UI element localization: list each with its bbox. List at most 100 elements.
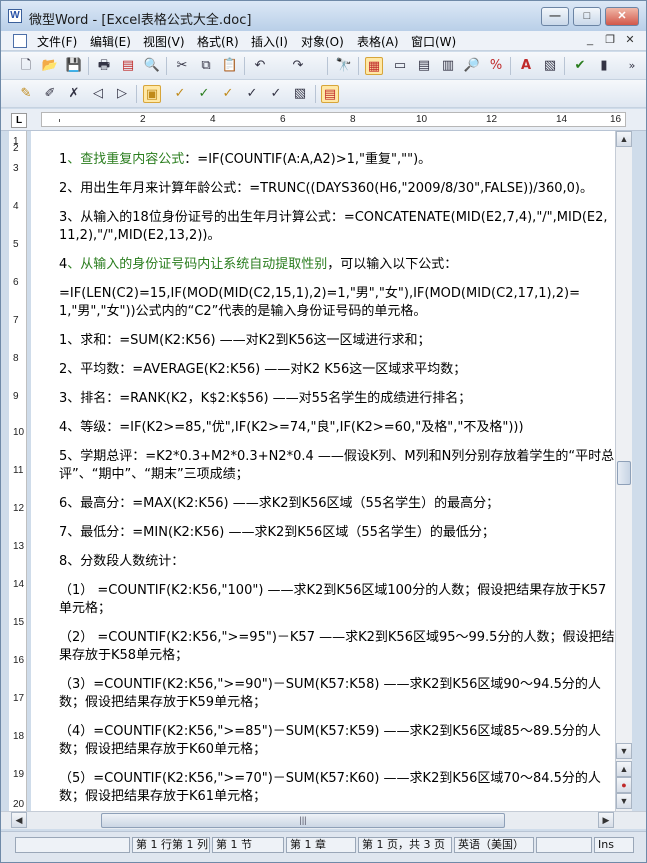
cut-icon[interactable]: ✂ <box>173 57 191 75</box>
copy-icon[interactable]: ⧉ <box>197 57 215 75</box>
menu-edit[interactable]: 编辑(E) <box>90 33 131 50</box>
ruler-indent-marker[interactable] <box>59 119 60 122</box>
status-section: 第 1 节 <box>212 837 284 853</box>
reject-all-icon[interactable]: ✓ <box>243 85 261 103</box>
open-folder-icon[interactable]: 📂 <box>41 57 59 75</box>
paragraph: （3）=COUNTIF(K2:K56,">=90")－SUM(K57:K58) … <box>59 677 601 710</box>
toolbar-separator <box>564 57 565 75</box>
tab-stop-selector[interactable]: L <box>11 113 27 128</box>
percent-icon[interactable]: % <box>487 57 505 75</box>
vruler-number: 3 <box>13 163 19 174</box>
maximize-button[interactable]: □ <box>573 7 601 26</box>
vruler-number: 20 <box>13 799 25 810</box>
track-changes-icon[interactable]: ▣ <box>143 85 161 103</box>
doc-restore-button[interactable]: ❐ <box>601 33 619 48</box>
toolbar-separator <box>88 57 89 75</box>
font-color-icon[interactable]: A <box>517 57 535 75</box>
ruler-number: 16 <box>610 114 622 125</box>
scroll-down-button[interactable]: ▼ <box>616 743 632 759</box>
document-page[interactable]: 1、查找重复内容公式：=IF(COUNTIF(A:A,A2)>1,"重复",""… <box>31 131 615 811</box>
vruler-number: 9 <box>13 391 19 402</box>
save-icon[interactable]: 💾 <box>65 57 83 75</box>
browse-object-button[interactable]: ● <box>616 777 632 793</box>
paste-icon[interactable]: 📋 <box>221 57 239 75</box>
doc-close-button[interactable]: ✕ <box>621 33 639 48</box>
vertical-scrollbar[interactable]: ▲ ▼ ▲ ● ▼ <box>615 131 632 811</box>
web-view-icon[interactable]: ▥ <box>439 57 457 75</box>
minimize-button[interactable]: — <box>541 7 569 26</box>
ruler-number: 2 <box>140 114 146 125</box>
next-page-button[interactable]: ▼ <box>616 793 632 809</box>
paragraph: 3、排名：=RANK(K2，K$2:K$56) ——对55名学生的成绩进行排名； <box>59 391 472 406</box>
vruler-number: 13 <box>13 541 25 552</box>
format-painter-icon[interactable]: ▧ <box>541 57 559 75</box>
word-count-icon[interactable]: ▮ <box>595 57 613 75</box>
paragraph: 5、学期总评：=K2*0.3+M2*0.3+N2*0.4 ——假设K列、M列和N… <box>59 449 615 482</box>
undo-icon[interactable]: ↶ <box>251 57 269 75</box>
toolbar-overflow-icon[interactable]: » <box>623 57 641 75</box>
next-change-icon[interactable]: ▧ <box>291 85 309 103</box>
vruler-number: 17 <box>13 693 25 704</box>
previous-page-button[interactable]: ▲ <box>616 761 632 777</box>
ruler-number: 8 <box>350 114 356 125</box>
scroll-left-button[interactable]: ◀ <box>11 812 27 828</box>
zoom-icon[interactable]: 🔎 <box>463 57 481 75</box>
vruler-number: 4 <box>13 201 19 212</box>
horizontal-scrollbar[interactable]: ◀ ||| ▶ <box>1 811 646 829</box>
horizontal-scroll-thumb[interactable]: ||| <box>101 813 505 828</box>
menu-table[interactable]: 表格(A) <box>357 33 399 50</box>
previous-comment-icon[interactable]: ◁ <box>89 85 107 103</box>
accept-all-icon[interactable]: ✓ <box>195 85 213 103</box>
find-icon[interactable]: 🔭 <box>335 57 353 75</box>
status-page: 第 1 页，共 3 页 <box>358 837 452 853</box>
vruler-number: 12 <box>13 503 25 514</box>
print-icon[interactable]: 🖶 <box>95 57 113 75</box>
page-view-icon[interactable]: ▦ <box>365 57 383 75</box>
print-preview-icon[interactable]: 🔍 <box>143 57 161 75</box>
edit-comment-icon[interactable]: ✐ <box>41 85 59 103</box>
paragraph: 6、最高分：=MAX(K2:K56) ——求K2到K56区域（55名学生）的最高… <box>59 496 500 511</box>
paragraph: 2、平均数：=AVERAGE(K2:K56) ——对K2 K56这一区域求平均数… <box>59 362 467 377</box>
doc-minimize-button[interactable]: _ <box>581 33 599 48</box>
accept-change-icon[interactable]: ✓ <box>171 85 189 103</box>
paragraph: 3、从输入的18位身份证号的出生年月计算公式：=CONCATENATE(MID(… <box>59 210 608 243</box>
show-markup-icon[interactable]: ▤ <box>321 85 339 103</box>
menu-insert[interactable]: 插入(I) <box>251 33 288 50</box>
spellcheck-icon[interactable]: ✔ <box>571 57 589 75</box>
vruler-number: 18 <box>13 731 25 742</box>
menu-file[interactable]: 文件(F) <box>37 33 77 50</box>
pdf-export-icon[interactable]: ▤ <box>119 57 137 75</box>
vruler-number: 14 <box>13 579 25 590</box>
menu-object[interactable]: 对象(O) <box>301 33 344 50</box>
paragraph: 4、等级：=IF(K2>=85,"优",IF(K2>=74,"良",IF(K2>… <box>59 420 524 435</box>
normal-view-icon[interactable]: ▤ <box>415 57 433 75</box>
paragraph: 1、求和：=SUM(K2:K56) ——对K2到K56这一区域进行求和； <box>59 333 431 348</box>
scroll-up-button[interactable]: ▲ <box>616 131 632 147</box>
paragraph: 4、从输入的身份证号码内让系统自动提取性别，可以输入以下公式： <box>59 257 458 272</box>
paragraph: =IF(LEN(C2)=15,IF(MOD(MID(C2,15,1),2)=1,… <box>59 286 580 319</box>
menu-view[interactable]: 视图(V) <box>143 33 185 50</box>
status-insert-mode[interactable]: Ins <box>594 837 634 853</box>
reject-change-icon[interactable]: ✓ <box>219 85 237 103</box>
close-button[interactable]: ✕ <box>605 7 639 26</box>
next-comment-icon[interactable]: ▷ <box>113 85 131 103</box>
ruler-scale[interactable]: 2 4 6 8 10 12 14 16 <box>41 112 626 127</box>
paragraph: （5）=COUNTIF(K2:K56,">=70")－SUM(K57:K60) … <box>59 771 601 804</box>
document-body[interactable]: 1、查找重复内容公式：=IF(COUNTIF(A:A,A2)>1,"重复",""… <box>59 151 615 811</box>
standard-toolbar: 🗋 📂 💾 🖶 ▤ 🔍 ✂ ⧉ 📋 ↶ ↷ 🔭 ▦ ▭ ▤ ▥ 🔎 % A ▧ … <box>1 52 646 80</box>
new-document-icon[interactable]: 🗋 <box>17 57 35 75</box>
vruler-number: 15 <box>13 617 25 628</box>
redo-icon[interactable]: ↷ <box>289 57 307 75</box>
outline-view-icon[interactable]: ▭ <box>391 57 409 75</box>
menu-window[interactable]: 窗口(W) <box>411 33 456 50</box>
document-icon <box>13 34 27 48</box>
menu-format[interactable]: 格式(R) <box>197 33 239 50</box>
scroll-right-button[interactable]: ▶ <box>598 812 614 828</box>
menu-bar: 文件(F) 编辑(E) 视图(V) 格式(R) 插入(I) 对象(O) 表格(A… <box>1 31 646 51</box>
status-language: 英语（美国） <box>454 837 534 853</box>
comment-icon[interactable]: ✎ <box>17 85 35 103</box>
paragraph: 7、最低分：=MIN(K2:K56) ——求K2到K56区域（55名学生）的最低… <box>59 525 495 540</box>
previous-change-icon[interactable]: ✓ <box>267 85 285 103</box>
delete-comment-icon[interactable]: ✗ <box>65 85 83 103</box>
vertical-scroll-thumb[interactable] <box>617 461 631 485</box>
